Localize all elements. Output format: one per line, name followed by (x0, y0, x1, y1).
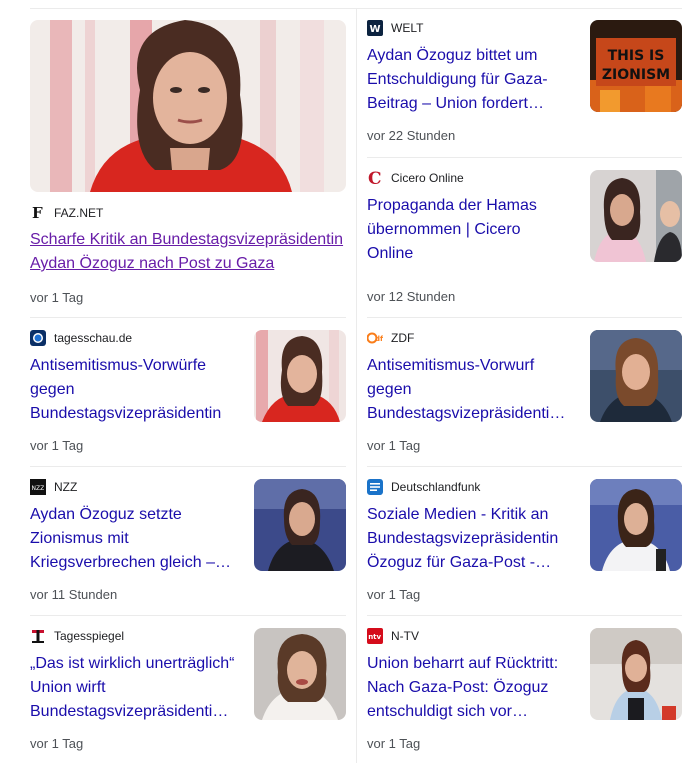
timestamp: vor 1 Tag (30, 736, 84, 751)
portrait-image (590, 170, 682, 262)
article-title-link[interactable]: Soziale Medien - Kritik an Bundestagsviz… (367, 503, 572, 575)
news-card-tagesschau[interactable]: tagesschau.de Antisemitismus-Vorwürfe ge… (30, 330, 346, 466)
svg-text:W: W (370, 24, 381, 35)
news-card-deutschlandfunk[interactable]: Deutschlandfunk Soziale Medien - Kritik … (367, 479, 682, 615)
article-title-link[interactable]: Aydan Özoguz setzte Zionismus mit Kriegs… (30, 503, 235, 575)
timestamp: vor 1 Tag (30, 438, 84, 453)
row-divider (367, 466, 682, 467)
source-name: FAZ.NET (54, 206, 104, 220)
source-name: tagesschau.de (54, 331, 133, 345)
timestamp: vor 1 Tag (30, 290, 84, 305)
row-divider (367, 615, 682, 616)
article-thumbnail[interactable] (590, 170, 682, 262)
source-name: WELT (391, 21, 424, 35)
article-thumbnail[interactable] (590, 330, 682, 422)
faz-logo-icon: F (30, 205, 46, 221)
article-title-link[interactable]: Aydan Özoguz bittet um Entschuldigung fü… (367, 44, 567, 116)
news-card-nzz[interactable]: NZZ NZZ Aydan Özoguz setzte Zionismus mi… (30, 479, 346, 615)
portrait-image (590, 628, 682, 720)
news-card-zdf[interactable]: df ZDF Antisemitismus-Vorwurf gegen Bund… (367, 330, 682, 466)
source-name: NZZ (54, 480, 78, 494)
article-title-link[interactable]: Union beharrt auf Rücktritt: Nach Gaza-P… (367, 652, 567, 724)
article-thumbnail[interactable] (254, 330, 346, 422)
row-divider (30, 615, 346, 616)
protest-sign-image: THIS IS ZIONISM (590, 20, 682, 112)
timestamp: vor 1 Tag (367, 587, 421, 602)
portrait-image (254, 479, 346, 571)
portrait-image (254, 628, 346, 720)
welt-logo-icon: W (367, 20, 383, 36)
article-thumbnail[interactable] (254, 628, 346, 720)
article-title-link[interactable]: Antisemitismus-Vorwürfe gegen Bundestags… (30, 354, 230, 426)
article-title-link[interactable]: Propaganda der Hamas übernommen | Cicero… (367, 194, 567, 266)
source-name: N-TV (391, 629, 419, 643)
portrait-image (590, 330, 682, 422)
timestamp: vor 1 Tag (367, 736, 421, 751)
portrait-image (254, 330, 346, 422)
svg-text:df: df (375, 335, 383, 343)
news-card-cicero[interactable]: C Cicero Online Propaganda der Hamas übe… (367, 170, 682, 318)
row-divider (30, 466, 346, 467)
deutschlandfunk-logo-icon (367, 479, 383, 495)
news-card-tagesspiegel[interactable]: Tagesspiegel „Das ist wirklich unerträgl… (30, 628, 346, 763)
article-thumbnail[interactable]: THIS IS ZIONISM (590, 20, 682, 112)
row-divider (30, 317, 346, 318)
timestamp: vor 12 Stunden (367, 289, 456, 304)
news-card-welt[interactable]: W WELT Aydan Özoguz bittet um Entschuldi… (367, 20, 682, 157)
tagesschau-logo-icon (30, 330, 46, 346)
svg-text:F: F (32, 205, 43, 221)
source-name: Deutschlandfunk (391, 480, 481, 494)
news-card-featured[interactable]: F FAZ.NET Scharfe Kritik an Bundestagsvi… (30, 20, 346, 318)
row-divider (367, 317, 682, 318)
source-name: ZDF (391, 331, 415, 345)
row-divider (367, 157, 682, 158)
cicero-logo-icon: C (367, 170, 383, 186)
ntv-logo-icon: ntv (367, 628, 383, 644)
timestamp: vor 11 Stunden (30, 587, 118, 602)
article-title-link[interactable]: Antisemitismus-Vorwurf gegen Bundestagsv… (367, 354, 572, 426)
svg-text:NZZ: NZZ (32, 485, 45, 492)
featured-thumbnail[interactable] (30, 20, 346, 192)
article-thumbnail[interactable] (590, 479, 682, 571)
news-card-ntv[interactable]: ntv N-TV Union beharrt auf Rücktritt: Na… (367, 628, 682, 763)
column-divider (356, 8, 357, 763)
sign-text-line-1: THIS IS (608, 48, 665, 64)
nzz-logo-icon: NZZ (30, 479, 46, 495)
tagesspiegel-logo-icon (30, 628, 46, 644)
timestamp: vor 1 Tag (367, 438, 421, 453)
source-name: Cicero Online (391, 171, 464, 185)
zdf-logo-icon: df (367, 330, 383, 346)
svg-text:C: C (368, 170, 382, 186)
article-thumbnail[interactable] (590, 628, 682, 720)
svg-text:ntv: ntv (368, 633, 381, 641)
sign-text-line-2: ZIONISM (602, 67, 670, 83)
article-title-link[interactable]: „Das ist wirklich unerträglich“ Union wi… (30, 652, 235, 724)
portrait-image (30, 20, 346, 192)
article-title-link[interactable]: Scharfe Kritik an Bundestagsvizepräsiden… (30, 228, 346, 276)
portrait-image (590, 479, 682, 571)
timestamp: vor 22 Stunden (367, 128, 456, 143)
source-name: Tagesspiegel (54, 629, 125, 643)
article-thumbnail[interactable] (254, 479, 346, 571)
